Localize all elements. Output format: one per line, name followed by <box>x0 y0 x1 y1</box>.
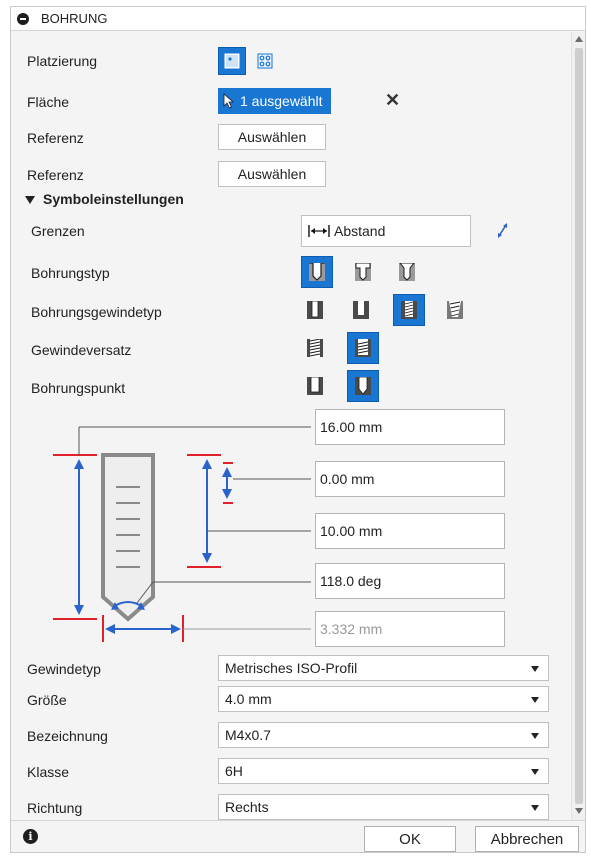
multiple-points-icon <box>257 53 273 69</box>
thread-length-field[interactable]: 10.00 mm <box>315 513 505 549</box>
ok-button[interactable]: OK <box>364 826 456 852</box>
simple-bore-icon <box>307 301 323 319</box>
collapse-triangle-icon <box>25 196 35 205</box>
tap-tapped-button[interactable] <box>393 294 425 326</box>
hole-dialog: BOHRUNG Platzierung Fläche 1 ausgewählt … <box>10 6 586 853</box>
thread-type-value: Metrisches ISO-Profil <box>225 660 358 676</box>
size-label: Größe <box>27 692 67 708</box>
designation-label: Bezeichnung <box>27 728 108 744</box>
face-label: Fläche <box>27 94 70 110</box>
placement-label: Platzierung <box>27 53 98 69</box>
class-label: Klasse <box>27 764 70 780</box>
extents-label: Grenzen <box>31 223 85 239</box>
reference2-select-button[interactable]: Auswählen <box>218 161 326 187</box>
hole-type-label: Bohrungstyp <box>31 265 110 281</box>
flat-point-icon <box>307 377 323 395</box>
hole-type-counterbore-button[interactable] <box>349 258 377 286</box>
reference1-label: Referenz <box>27 130 84 146</box>
extents-dropdown[interactable]: Abstand <box>301 215 471 247</box>
hole-diagram <box>53 426 311 642</box>
symbol-settings-title: Symboleinstellungen <box>43 191 184 207</box>
designation-value: M4x0.7 <box>225 727 271 743</box>
class-value: 6H <box>225 763 243 779</box>
drill-point-flat-button[interactable] <box>301 372 329 400</box>
hole-type-countersink-button[interactable] <box>393 258 421 286</box>
tapped-hole-icon <box>401 301 417 319</box>
point-angle-field[interactable]: 118.0 deg <box>315 563 505 599</box>
thread-offset-field[interactable]: 0.00 mm <box>315 461 505 497</box>
chevron-down-icon <box>531 805 539 811</box>
single-point-icon <box>224 53 240 69</box>
cancel-button[interactable]: Abbrechen <box>475 826 579 852</box>
chevron-down-icon <box>531 666 539 672</box>
thread-type-dropdown[interactable]: Metrisches ISO-Profil <box>218 655 549 681</box>
thread-offset-full-button[interactable] <box>301 334 329 362</box>
thread-type-label: Gewindetyp <box>27 661 101 677</box>
info-icon[interactable]: i <box>23 829 38 844</box>
depth-field[interactable]: 16.00 mm <box>315 409 505 445</box>
flip-direction-icon[interactable] <box>495 222 511 240</box>
extents-value: Abstand <box>334 223 386 239</box>
tap-simple-button[interactable] <box>301 296 329 324</box>
distance-icon <box>308 225 330 237</box>
full-thread-icon <box>307 339 323 357</box>
hole-type-simple-button[interactable] <box>301 256 333 288</box>
partial-thread-icon <box>355 339 371 357</box>
class-dropdown[interactable]: 6H <box>218 758 549 784</box>
thread-offset-partial-button[interactable] <box>347 332 379 364</box>
clear-selection-icon[interactable]: ✕ <box>385 90 400 111</box>
cursor-arrow-icon <box>223 93 235 109</box>
drill-point-label: Bohrungspunkt <box>31 380 126 396</box>
countersink-hole-icon <box>399 263 415 281</box>
designation-dropdown[interactable]: M4x0.7 <box>218 722 549 748</box>
direction-label: Richtung <box>27 800 83 816</box>
face-selection-text: 1 ausgewählt <box>240 93 323 109</box>
chevron-down-icon <box>531 697 539 703</box>
dialog-footer: i OK Abbrechen <box>11 820 585 852</box>
taper-tapped-icon <box>447 301 463 319</box>
vertical-scrollbar[interactable] <box>571 32 585 820</box>
diameter-field: 3.332 mm <box>315 611 505 647</box>
direction-dropdown[interactable]: Rechts <box>218 794 549 820</box>
chevron-down-icon <box>531 769 539 775</box>
size-dropdown[interactable]: 4.0 mm <box>218 686 549 712</box>
scroll-up-icon[interactable] <box>575 36 583 42</box>
minus-circle-icon[interactable] <box>17 13 29 25</box>
angled-point-icon <box>355 377 371 395</box>
clearance-hole-icon <box>353 301 369 319</box>
reference1-select-button[interactable]: Auswählen <box>218 124 326 150</box>
scroll-down-icon[interactable] <box>575 808 583 814</box>
simple-hole-icon <box>309 263 325 281</box>
reference2-label: Referenz <box>27 167 84 183</box>
dialog-titlebar: BOHRUNG <box>11 7 585 31</box>
counterbore-hole-icon <box>355 263 371 281</box>
symbol-settings-header[interactable]: Symboleinstellungen <box>25 191 184 207</box>
scroll-thumb[interactable] <box>575 48 583 804</box>
chevron-down-icon <box>531 733 539 739</box>
placement-single-button[interactable] <box>218 47 246 75</box>
dialog-body: Platzierung Fläche 1 ausgewählt ✕ Refere… <box>11 32 585 820</box>
tap-taper-button[interactable] <box>441 296 469 324</box>
direction-value: Rechts <box>225 799 269 815</box>
face-selection-button[interactable]: 1 ausgewählt <box>218 88 331 114</box>
tap-clearance-button[interactable] <box>347 296 375 324</box>
placement-multiple-button[interactable] <box>251 47 279 75</box>
hole-tap-type-label: Bohrungsgewindetyp <box>31 304 162 320</box>
thread-offset-label: Gewindeversatz <box>31 342 132 358</box>
dialog-title: BOHRUNG <box>41 11 108 26</box>
drill-point-angled-button[interactable] <box>347 370 379 402</box>
size-value: 4.0 mm <box>225 691 272 707</box>
